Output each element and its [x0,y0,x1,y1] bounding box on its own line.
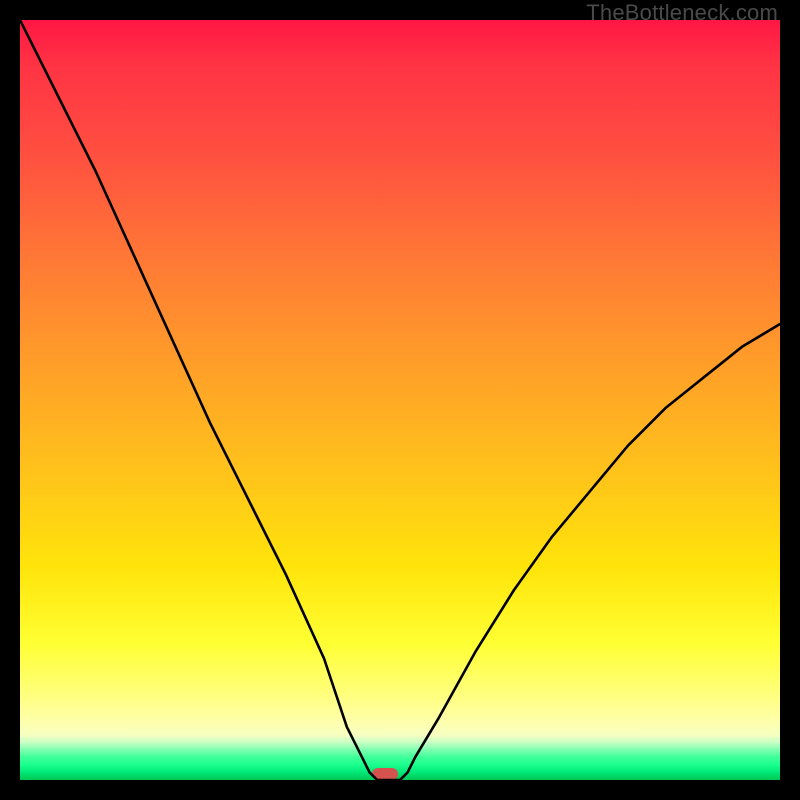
bottleneck-curve [20,20,780,780]
watermark-text: TheBottleneck.com [586,0,778,26]
chart-plot-area [20,20,780,780]
